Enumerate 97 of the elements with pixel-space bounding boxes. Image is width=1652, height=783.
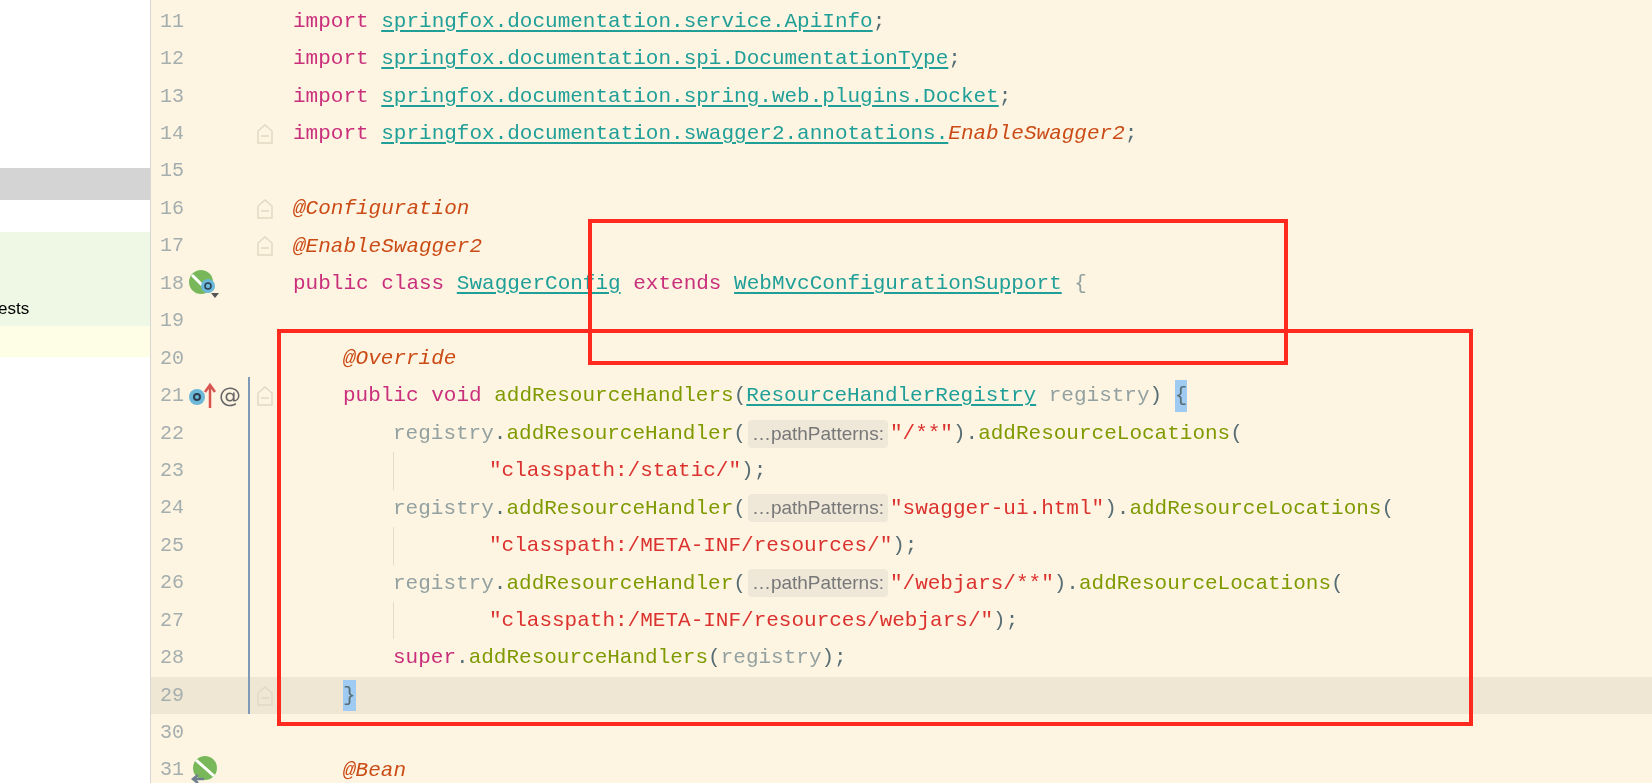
keyword-text: public void xyxy=(343,383,483,410)
punctuation: . xyxy=(456,645,469,672)
line-number: 25 xyxy=(160,535,184,556)
fold-marker-icon[interactable] xyxy=(256,123,274,146)
string-literal: "/webjars/**" xyxy=(889,570,1054,597)
parameter-name: registry xyxy=(393,570,494,597)
punctuation: ; xyxy=(1124,121,1138,148)
punctuation: ( xyxy=(733,420,746,447)
punctuation: ). xyxy=(1053,570,1079,597)
line-number: 18 xyxy=(160,273,184,294)
annotation-text: @EnableSwagger2 xyxy=(293,233,483,260)
matched-brace: } xyxy=(343,679,356,712)
keyword-text: super xyxy=(393,645,456,672)
punctuation: ( xyxy=(733,570,746,597)
class-icon[interactable] xyxy=(188,268,222,299)
line-number: 31 xyxy=(160,760,184,781)
punctuation: ; xyxy=(998,83,1012,110)
parameter-name: registry xyxy=(393,420,494,447)
inlay-hint: …pathPatterns: xyxy=(747,569,888,598)
override-icon[interactable] xyxy=(188,382,216,411)
method-name: addResourceHandlers xyxy=(494,383,734,410)
string-literal: "classpath:/static/" xyxy=(489,458,742,485)
annotation-text: @Bean xyxy=(343,757,406,783)
punctuation: ( xyxy=(733,383,747,410)
method-name: addResourceLocations xyxy=(978,420,1231,447)
selected-row[interactable] xyxy=(0,168,150,200)
punctuation: . xyxy=(493,495,507,522)
punctuation: ( xyxy=(733,495,746,522)
string-literal: "swagger-ui.html" xyxy=(889,495,1105,522)
punctuation: ; xyxy=(872,8,886,35)
line-number: 19 xyxy=(160,311,184,332)
keyword-text: import xyxy=(293,8,370,35)
inlay-hint: …pathPatterns: xyxy=(747,419,888,448)
type-link[interactable]: WebMvcConfigurationSupport xyxy=(734,268,1062,300)
line-number: 16 xyxy=(160,198,184,219)
line-number: 28 xyxy=(160,648,184,669)
punctuation: . xyxy=(493,570,507,597)
line-number: 21 xyxy=(160,386,184,407)
matched-brace: { xyxy=(1174,380,1188,412)
line-number: 20 xyxy=(160,348,184,369)
fold-marker-icon[interactable] xyxy=(256,235,274,258)
punctuation: ; xyxy=(948,46,961,73)
parameter-name: registry xyxy=(1047,383,1150,410)
line-number: 26 xyxy=(160,573,184,594)
parameter-name: registry xyxy=(720,645,822,672)
fold-marker-icon[interactable] xyxy=(256,197,274,220)
punctuation: ); xyxy=(993,607,1019,634)
type-link[interactable]: springfox.documentation.spring.web.plugins.Docket xyxy=(381,80,999,113)
line-number: 24 xyxy=(160,498,184,519)
method-name: addResourceHandler xyxy=(506,420,734,447)
punctuation: . xyxy=(493,420,507,447)
punctuation: ( xyxy=(1230,420,1243,447)
line-number: 30 xyxy=(160,723,184,744)
annotation-text: @Override xyxy=(343,345,457,372)
string-literal: "/**" xyxy=(889,420,953,447)
punctuation: ); xyxy=(892,533,918,560)
method-name: addResourceLocations xyxy=(1078,570,1331,597)
annotation-marker[interactable]: @ xyxy=(219,385,241,408)
type-link[interactable]: springfox.documentation.service.ApiInfo xyxy=(381,5,873,38)
type-link[interactable]: ResourceHandlerRegistry xyxy=(746,380,1037,412)
punctuation: ( xyxy=(1331,570,1344,597)
keyword-text: import xyxy=(293,46,370,73)
line-number: 27 xyxy=(160,610,184,631)
keyword-text: public class xyxy=(293,271,446,298)
method-name: addResourceHandlers xyxy=(468,645,709,672)
line-number: 23 xyxy=(160,460,184,481)
method-name: addResourceHandler xyxy=(506,570,734,597)
parameter-name: { xyxy=(1073,271,1087,298)
line-number: 29 xyxy=(160,685,184,706)
string-literal: "classpath:/META-INF/resources/" xyxy=(489,533,893,560)
line-number: 17 xyxy=(160,236,184,257)
line-number: 14 xyxy=(160,124,184,145)
parameter-name: registry xyxy=(393,495,494,522)
annotation-text: @Configuration xyxy=(293,196,470,223)
keyword-text: import xyxy=(293,83,370,110)
method-name: addResourceHandler xyxy=(506,495,734,522)
method-name: addResourceLocations xyxy=(1129,495,1382,522)
keyword-text: extends xyxy=(632,271,723,298)
type-link[interactable]: springfox.documentation.swagger2.annotations. xyxy=(381,118,949,150)
line-number: 15 xyxy=(160,161,184,182)
line-number: 22 xyxy=(160,423,184,444)
line-number: 12 xyxy=(160,49,184,70)
fold-marker-icon[interactable] xyxy=(256,385,274,408)
punctuation: ( xyxy=(1381,495,1395,522)
punctuation: ); xyxy=(821,645,847,672)
punctuation: ). xyxy=(952,420,979,447)
punctuation: ). xyxy=(1104,495,1130,522)
punctuation: ); xyxy=(741,458,767,485)
inlay-hint: …pathPatterns: xyxy=(747,494,888,523)
punctuation: ( xyxy=(708,645,721,672)
line-number: 13 xyxy=(160,86,184,107)
annotation-text: EnableSwagger2 xyxy=(948,121,1125,148)
string-literal: "classpath:/META-INF/resources/webjars/" xyxy=(489,607,994,634)
keyword-text: import xyxy=(293,121,370,148)
punctuation: ) xyxy=(1149,383,1164,410)
type-link[interactable]: springfox.documentation.spi.DocumentationType xyxy=(381,43,949,75)
line-number: 11 xyxy=(160,11,184,32)
